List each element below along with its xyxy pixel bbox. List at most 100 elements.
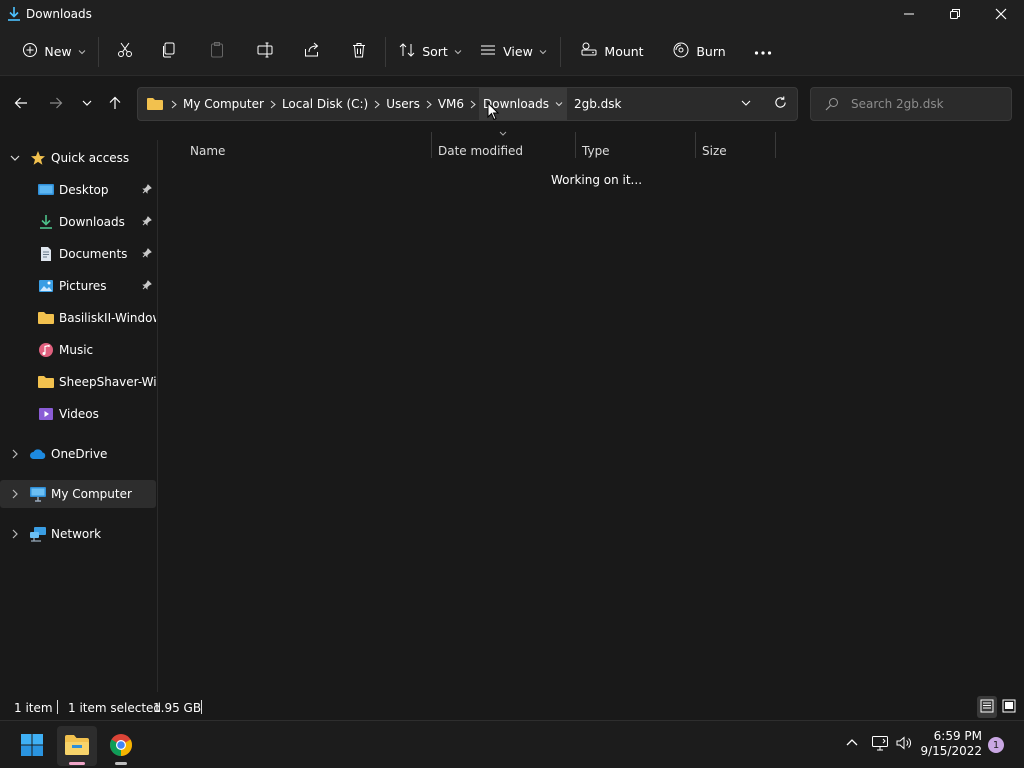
- chevron-right-icon[interactable]: [8, 489, 22, 499]
- sidebar-item-network[interactable]: Network: [0, 520, 156, 548]
- breadcrumb-chevron-icon: [423, 100, 435, 109]
- burn-button[interactable]: Burn: [659, 34, 739, 70]
- ellipsis-icon: [754, 45, 772, 59]
- sidebar-item-label: Videos: [59, 407, 99, 421]
- chevron-up-icon: [846, 735, 858, 749]
- sidebar-item-music[interactable]: Music: [0, 336, 156, 364]
- breadcrumb-my-computer[interactable]: My Computer: [180, 97, 267, 111]
- chevron-down-icon[interactable]: [555, 100, 563, 108]
- downloads-icon: [6, 6, 22, 22]
- more-options-button[interactable]: [743, 34, 783, 70]
- column-header-type[interactable]: Type: [582, 144, 610, 158]
- notification-badge[interactable]: 1: [988, 737, 1004, 753]
- breadcrumb-vm6[interactable]: VM6: [435, 97, 467, 111]
- sort-button[interactable]: Sort: [390, 34, 470, 70]
- refresh-button[interactable]: [763, 96, 797, 112]
- search-input[interactable]: Search 2gb.dsk: [810, 87, 1012, 121]
- chevron-right-icon[interactable]: [8, 449, 22, 459]
- sidebar-item-label: Desktop: [59, 183, 109, 197]
- new-label: New: [44, 44, 72, 59]
- breadcrumb-2gb-dsk[interactable]: 2gb.dsk: [571, 97, 625, 111]
- tiles-view-button[interactable]: [999, 696, 1019, 718]
- column-divider[interactable]: [431, 132, 432, 158]
- sidebar-item-my-computer[interactable]: My Computer: [0, 480, 156, 508]
- column-divider[interactable]: [695, 132, 696, 158]
- rename-button[interactable]: [243, 34, 287, 70]
- pictures-icon: [37, 277, 55, 295]
- address-history-button[interactable]: [729, 97, 763, 111]
- pin-icon: [142, 279, 152, 293]
- arrow-right-icon: [49, 96, 63, 113]
- document-icon: [37, 245, 55, 263]
- file-explorer-icon: [64, 734, 90, 759]
- sidebar-item-videos[interactable]: Videos: [0, 400, 156, 428]
- chevron-right-icon[interactable]: [8, 529, 22, 539]
- breadcrumb-users[interactable]: Users: [383, 97, 423, 111]
- command-bar: New Sort View Mount Burn: [0, 28, 1024, 76]
- recent-locations-button[interactable]: [75, 95, 99, 113]
- sidebar-item-label: Quick access: [51, 151, 130, 165]
- view-button[interactable]: View: [470, 34, 556, 70]
- sidebar-item-label: My Computer: [51, 487, 132, 501]
- forward-button[interactable]: [44, 95, 68, 113]
- sidebar-item-label: Documents: [59, 247, 128, 261]
- view-label: View: [503, 44, 533, 59]
- title-bar: Downloads: [0, 0, 1024, 28]
- column-divider[interactable]: [775, 132, 776, 158]
- sidebar-item-documents[interactable]: Documents: [0, 240, 156, 268]
- up-button[interactable]: [103, 95, 127, 113]
- arrow-left-icon: [14, 96, 28, 113]
- copy-button[interactable]: [147, 34, 191, 70]
- star-icon: [29, 149, 47, 167]
- column-header-size[interactable]: Size: [702, 144, 727, 158]
- chevron-down-icon: [82, 97, 92, 111]
- share-button[interactable]: [287, 34, 337, 70]
- status-divider: [201, 700, 202, 714]
- sidebar-item-onedrive[interactable]: OneDrive: [0, 440, 156, 468]
- volume-button[interactable]: [894, 735, 914, 754]
- sidebar-item-basiliskii-windows[interactable]: BasiliskII-Windows: [0, 304, 156, 332]
- breadcrumb-local-disk[interactable]: Local Disk (C:): [279, 97, 371, 111]
- taskbar-clock[interactable]: 6:59 PM 9/15/2022: [920, 729, 982, 759]
- mount-button[interactable]: Mount: [565, 34, 659, 70]
- clock-date: 9/15/2022: [920, 744, 982, 758]
- network-status-button[interactable]: [870, 735, 890, 754]
- cut-button[interactable]: [103, 34, 147, 70]
- minimize-button[interactable]: [886, 0, 932, 28]
- loading-status-text: Working on it...: [551, 173, 643, 187]
- taskbar-file-explorer[interactable]: [57, 726, 97, 766]
- details-view-button[interactable]: [977, 696, 997, 718]
- address-bar[interactable]: My Computer Local Disk (C:) Users VM6 Do…: [137, 87, 798, 121]
- sidebar-item-sheepshaver-windows[interactable]: SheepShaver-Windows: [0, 368, 156, 396]
- paste-button[interactable]: [191, 34, 243, 70]
- column-header-name[interactable]: Name: [190, 144, 225, 158]
- breadcrumb-chevron-icon: [168, 100, 180, 109]
- show-hidden-icons-button[interactable]: [843, 735, 861, 749]
- back-button[interactable]: [9, 95, 33, 113]
- sidebar-item-downloads[interactable]: Downloads: [0, 208, 156, 236]
- burn-label: Burn: [696, 44, 726, 59]
- sidebar-item-pictures[interactable]: Pictures: [0, 272, 156, 300]
- sidebar-item-desktop[interactable]: Desktop: [0, 176, 156, 204]
- search-placeholder: Search 2gb.dsk: [851, 97, 944, 111]
- trash-icon: [350, 41, 368, 62]
- taskbar-chrome[interactable]: [101, 726, 141, 766]
- new-button[interactable]: New: [14, 34, 94, 70]
- sidebar-item-label: Pictures: [59, 279, 107, 293]
- close-button[interactable]: [978, 0, 1024, 28]
- column-divider[interactable]: [575, 132, 576, 158]
- navigation-pane: Quick access Desktop Downloads Documents…: [0, 140, 158, 692]
- music-icon: [37, 341, 55, 359]
- sidebar-item-quick-access[interactable]: Quick access: [0, 144, 156, 172]
- toolbar-divider: [385, 36, 386, 67]
- sidebar-item-label: OneDrive: [51, 447, 108, 461]
- chevron-down-icon: [741, 97, 751, 111]
- start-button[interactable]: [12, 726, 52, 766]
- restore-button[interactable]: [932, 0, 978, 28]
- paste-icon: [208, 41, 226, 62]
- scissors-icon: [116, 41, 134, 62]
- folder-icon: [146, 97, 164, 111]
- column-header-date-modified[interactable]: Date modified: [438, 144, 523, 158]
- delete-button[interactable]: [337, 34, 381, 70]
- chevron-down-icon[interactable]: [8, 153, 22, 163]
